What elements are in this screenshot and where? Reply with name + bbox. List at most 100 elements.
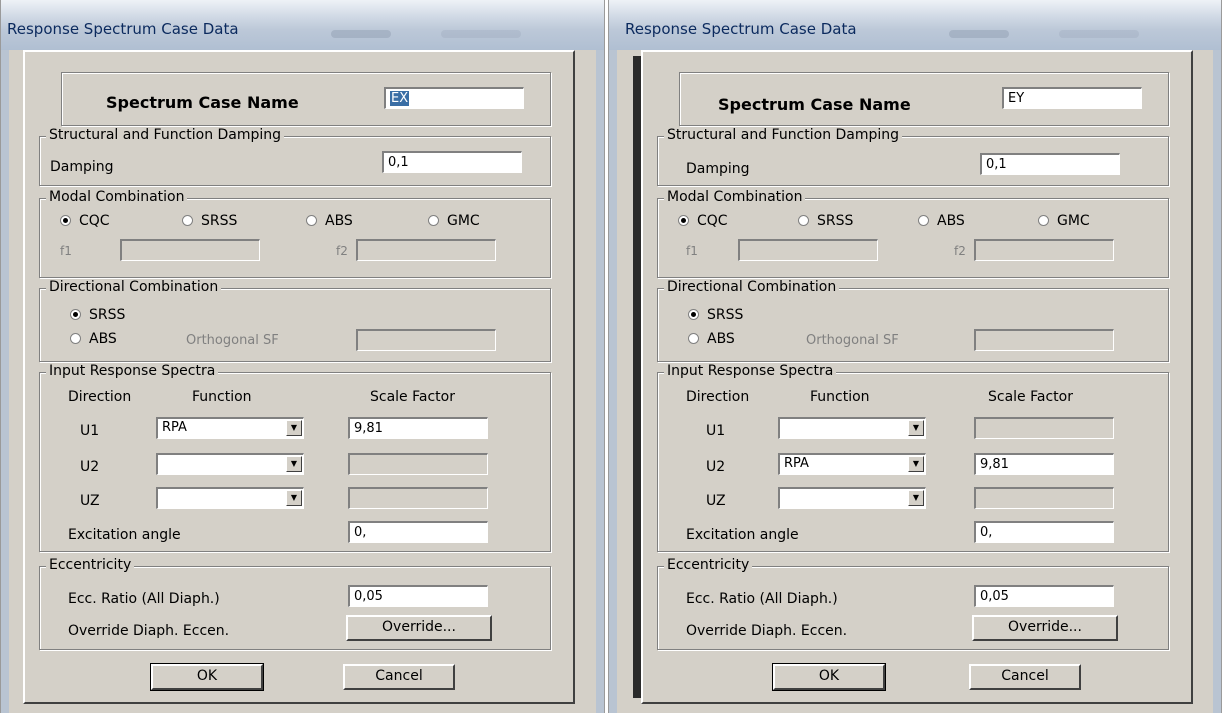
u1-function-dropdown[interactable]: RPA ▼ (156, 417, 304, 439)
orthogonal-sf-label: Orthogonal SF (806, 333, 899, 348)
damping-input[interactable]: 0,1 (980, 153, 1120, 175)
excitation-angle-input[interactable]: 0, (974, 521, 1114, 543)
f2-label: f2 (336, 244, 348, 258)
title-bar-shading (1059, 30, 1139, 38)
row-uz-direction: UZ (80, 493, 100, 509)
radio-abs[interactable]: ABS (306, 213, 353, 229)
radio-label: ABS (89, 331, 117, 347)
chevron-down-icon[interactable]: ▼ (908, 456, 924, 472)
f2-input[interactable] (974, 239, 1114, 261)
chevron-down-icon[interactable]: ▼ (286, 456, 302, 472)
damping-input[interactable]: 0,1 (382, 151, 522, 173)
radio-cqc[interactable]: CQC (60, 213, 110, 229)
case-name-value: EX (390, 91, 410, 106)
dialog-title: Response Spectrum Case Data (625, 20, 857, 38)
radio-srss[interactable]: SRSS (182, 213, 237, 229)
col-scale-header: Scale Factor (988, 389, 1073, 405)
radio-label: SRSS (201, 213, 238, 229)
col-direction-header: Direction (686, 389, 750, 405)
title-bar[interactable]: Response Spectrum Case Data (1, 0, 604, 50)
radio-dot-icon (70, 309, 81, 320)
u1-scale-input[interactable]: 9,81 (348, 417, 488, 439)
u2-function-dropdown[interactable]: RPA ▼ (778, 453, 926, 475)
u2-scale-input[interactable]: 9,81 (974, 453, 1114, 475)
ecc-ratio-input[interactable]: 0,05 (348, 585, 488, 607)
eccentricity-group: Eccentricity Ecc. Ratio (All Diaph.) 0,0… (39, 557, 551, 650)
ecc-ratio-label: Ecc. Ratio (All Diaph.) (686, 591, 838, 607)
excitation-angle-input[interactable]: 0, (348, 521, 488, 543)
radio-label: SRSS (707, 307, 744, 323)
case-name-label: Spectrum Case Name (106, 93, 299, 112)
u2-function-dropdown[interactable]: ▼ (156, 453, 304, 475)
chevron-down-icon[interactable]: ▼ (908, 420, 924, 436)
u1-scale-input[interactable] (974, 417, 1114, 439)
ecc-ratio-input[interactable]: 0,05 (974, 585, 1114, 607)
orthogonal-sf-input[interactable] (356, 329, 496, 351)
input-response-spectra-group: Input Response Spectra Direction Functio… (39, 363, 551, 552)
u2-function-value: RPA (784, 456, 809, 471)
override-button[interactable]: Override... (346, 615, 492, 641)
radio-abs[interactable]: ABS (918, 213, 965, 229)
radio-dir-abs[interactable]: ABS (688, 331, 735, 347)
damping-group-label: Structural and Function Damping (664, 127, 903, 143)
col-scale-header: Scale Factor (370, 389, 455, 405)
u2-scale-input[interactable] (348, 453, 488, 475)
radio-dot-icon (428, 215, 439, 226)
chevron-down-icon[interactable]: ▼ (286, 420, 302, 436)
title-bar-shading (331, 30, 391, 38)
dialog-right: Response Spectrum Case Data Spectrum Cas… (608, 0, 1222, 713)
dialog-body: Spectrum Case Name EX Structural and Fun… (23, 50, 575, 704)
title-bar[interactable]: Response Spectrum Case Data (609, 0, 1221, 50)
radio-dot-icon (798, 215, 809, 226)
damping-group-label: Structural and Function Damping (46, 127, 285, 143)
radio-dot-icon (182, 215, 193, 226)
chevron-down-icon[interactable]: ▼ (908, 490, 924, 506)
override-button[interactable]: Override... (972, 615, 1118, 641)
f1-input[interactable] (738, 239, 878, 261)
radio-dot-icon (1038, 215, 1049, 226)
f1-label: f1 (686, 244, 698, 258)
dialog-body: Spectrum Case Name EY Structural and Fun… (641, 50, 1193, 704)
uz-function-dropdown[interactable]: ▼ (156, 487, 304, 509)
eccentricity-label: Eccentricity (46, 557, 135, 573)
radio-srss[interactable]: SRSS (798, 213, 853, 229)
uz-scale-input[interactable] (348, 487, 488, 509)
case-name-input[interactable]: EX (384, 87, 524, 109)
f1-input[interactable] (120, 239, 260, 261)
row-uz-direction: UZ (706, 493, 726, 509)
directional-combination-group: Directional Combination SRSS ABS Orthogo… (657, 279, 1169, 362)
radio-dot-icon (918, 215, 929, 226)
orthogonal-sf-input[interactable] (974, 329, 1114, 351)
radio-gmc[interactable]: GMC (1038, 213, 1090, 229)
damping-label: Damping (686, 161, 750, 177)
radio-cqc[interactable]: CQC (678, 213, 728, 229)
f1-label: f1 (60, 244, 72, 258)
uz-scale-input[interactable] (974, 487, 1114, 509)
row-u1-direction: U1 (80, 423, 100, 439)
modal-combination-label: Modal Combination (46, 189, 188, 205)
radio-gmc[interactable]: GMC (428, 213, 480, 229)
case-name-input[interactable]: EY (1002, 87, 1142, 109)
ok-button[interactable]: OK (772, 663, 886, 691)
cancel-button[interactable]: Cancel (343, 664, 455, 690)
modal-combination-group: Modal Combination CQC SRSS ABS GMC f1 f2 (657, 189, 1169, 278)
radio-label: ABS (937, 213, 965, 229)
row-u2-direction: U2 (80, 459, 100, 475)
override-diaph-label: Override Diaph. Eccen. (686, 623, 848, 639)
override-diaph-label: Override Diaph. Eccen. (68, 623, 230, 639)
ok-button[interactable]: OK (150, 663, 264, 691)
radio-dir-srss[interactable]: SRSS (688, 307, 743, 323)
chevron-down-icon[interactable]: ▼ (286, 490, 302, 506)
radio-dir-srss[interactable]: SRSS (70, 307, 125, 323)
title-bar-shading (949, 30, 1009, 38)
cancel-button[interactable]: Cancel (969, 664, 1081, 690)
col-function-header: Function (192, 389, 252, 405)
radio-label: ABS (325, 213, 353, 229)
f2-input[interactable] (356, 239, 496, 261)
uz-function-dropdown[interactable]: ▼ (778, 487, 926, 509)
input-response-spectra-label: Input Response Spectra (664, 363, 837, 379)
case-name-box: Spectrum Case Name EY (679, 72, 1169, 126)
u1-function-dropdown[interactable]: ▼ (778, 417, 926, 439)
radio-dot-icon (678, 215, 689, 226)
radio-dir-abs[interactable]: ABS (70, 331, 117, 347)
